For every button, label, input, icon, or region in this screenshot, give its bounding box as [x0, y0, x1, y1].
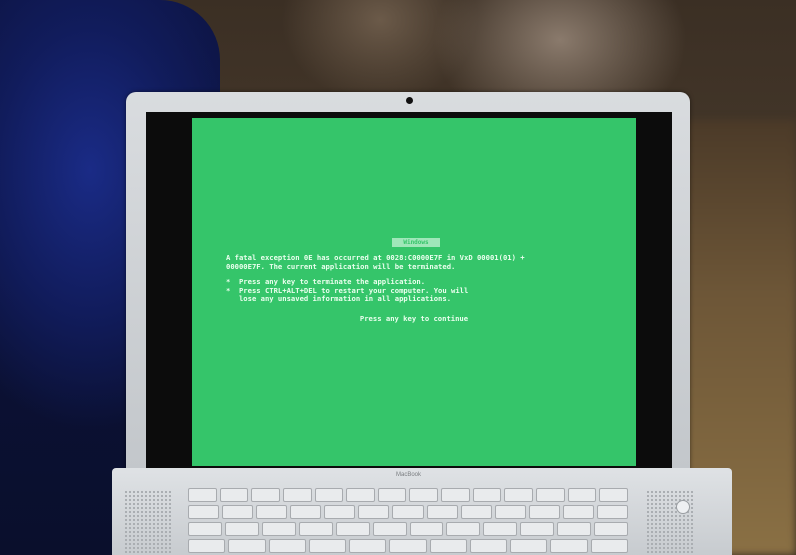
key[interactable] [426, 505, 458, 519]
key[interactable] [562, 505, 594, 519]
key[interactable] [472, 488, 502, 502]
key[interactable] [251, 488, 280, 502]
key[interactable] [590, 539, 628, 553]
error-options: * Press any key to terminate the applica… [226, 277, 626, 304]
error-option-line: lose any unsaved information in all appl… [226, 294, 452, 303]
key[interactable] [372, 522, 407, 536]
key[interactable] [567, 488, 597, 502]
key[interactable] [219, 488, 249, 502]
key-row [188, 488, 628, 502]
key[interactable] [510, 539, 548, 553]
key[interactable] [358, 505, 390, 519]
key[interactable] [308, 539, 347, 553]
key[interactable] [188, 488, 217, 502]
key[interactable] [409, 488, 439, 502]
key[interactable] [222, 505, 254, 519]
key[interactable] [520, 522, 555, 536]
key[interactable] [550, 539, 588, 553]
key[interactable] [224, 522, 259, 536]
key[interactable] [596, 505, 629, 519]
error-message-line: 00000E7F. The current application will b… [226, 261, 456, 271]
key[interactable] [494, 505, 526, 519]
camera-icon [406, 97, 413, 104]
key[interactable] [377, 488, 407, 502]
key-row [188, 539, 628, 553]
key-row [188, 505, 629, 519]
key[interactable] [460, 505, 492, 519]
key[interactable] [483, 522, 518, 536]
key[interactable] [349, 539, 387, 553]
key[interactable] [504, 488, 534, 502]
key-row [188, 522, 629, 536]
error-message: A fatal exception 0E has occurred at 002… [226, 253, 626, 271]
keyboard[interactable] [188, 488, 629, 555]
key[interactable] [557, 522, 592, 536]
right-speaker-grille [646, 490, 694, 554]
key[interactable] [261, 522, 296, 536]
brand-label: MacBook [396, 472, 422, 478]
key[interactable] [346, 488, 375, 502]
continue-prompt: Press any key to continue [359, 314, 469, 323]
key[interactable] [188, 539, 226, 553]
key[interactable] [268, 539, 306, 553]
key[interactable] [282, 488, 312, 502]
key[interactable] [188, 522, 222, 536]
key[interactable] [335, 522, 370, 536]
key[interactable] [536, 488, 565, 502]
key[interactable] [298, 522, 333, 536]
key[interactable] [441, 488, 470, 502]
photo-scene: Windows A fatal exception 0E has occurre… [0, 0, 796, 555]
key[interactable] [446, 522, 481, 536]
key[interactable] [256, 505, 288, 519]
key[interactable] [469, 539, 508, 553]
key[interactable] [409, 522, 444, 536]
key[interactable] [389, 539, 427, 553]
error-title: Windows [392, 238, 440, 247]
key[interactable] [392, 505, 424, 519]
key[interactable] [188, 505, 220, 519]
left-speaker-grille [124, 490, 172, 554]
key[interactable] [429, 539, 467, 553]
key[interactable] [324, 505, 356, 519]
key[interactable] [290, 505, 322, 519]
power-button[interactable] [676, 500, 690, 514]
key[interactable] [594, 522, 629, 536]
key[interactable] [314, 488, 344, 502]
error-screen: Windows A fatal exception 0E has occurre… [192, 118, 636, 466]
key[interactable] [228, 539, 266, 553]
key[interactable] [599, 488, 628, 502]
key[interactable] [528, 505, 560, 519]
